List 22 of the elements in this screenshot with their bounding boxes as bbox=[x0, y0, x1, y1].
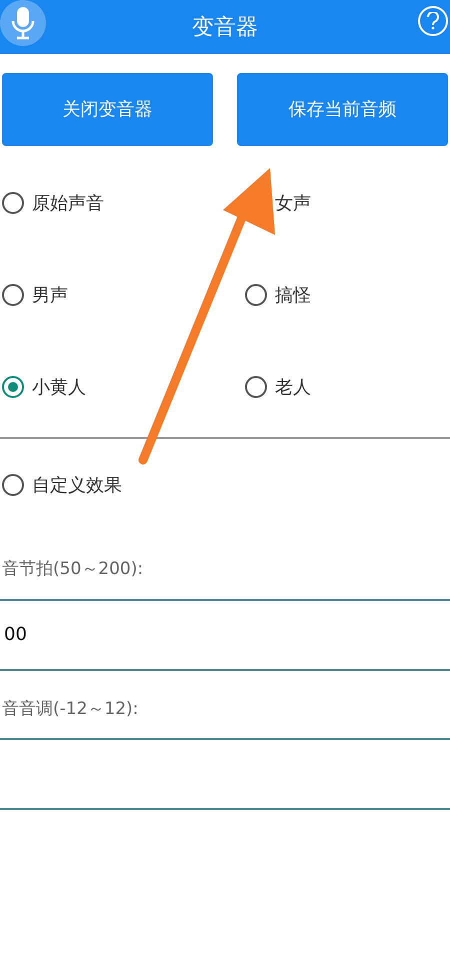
option-label: 搞怪 bbox=[275, 284, 311, 308]
radio-button[interactable] bbox=[2, 474, 24, 496]
app-title: 变音器 bbox=[192, 14, 258, 42]
input-field[interactable] bbox=[0, 738, 450, 810]
input-field[interactable]: 00 bbox=[0, 598, 450, 670]
field-label: 音音调(-12～12): bbox=[1, 698, 140, 720]
option-label: 小黄人 bbox=[32, 376, 86, 400]
option-label: 原始声音 bbox=[32, 192, 104, 216]
radio-button[interactable] bbox=[2, 376, 24, 398]
action-button[interactable]: 关闭变音器 bbox=[2, 73, 213, 146]
help-icon[interactable] bbox=[418, 6, 448, 36]
radio-button[interactable] bbox=[245, 284, 267, 306]
option-label: 老人 bbox=[275, 376, 311, 400]
option-label: 男声 bbox=[32, 284, 68, 308]
radio-button[interactable] bbox=[245, 376, 267, 398]
option-label: 女声 bbox=[275, 192, 311, 216]
radio-button[interactable] bbox=[2, 284, 24, 306]
microphone-icon[interactable] bbox=[0, 0, 46, 46]
option-label: 自定义效果 bbox=[32, 474, 122, 498]
field-label: 音节拍(50～200): bbox=[1, 558, 144, 581]
action-button[interactable]: 保存当前音频 bbox=[237, 73, 448, 146]
radio-button[interactable] bbox=[2, 192, 24, 214]
